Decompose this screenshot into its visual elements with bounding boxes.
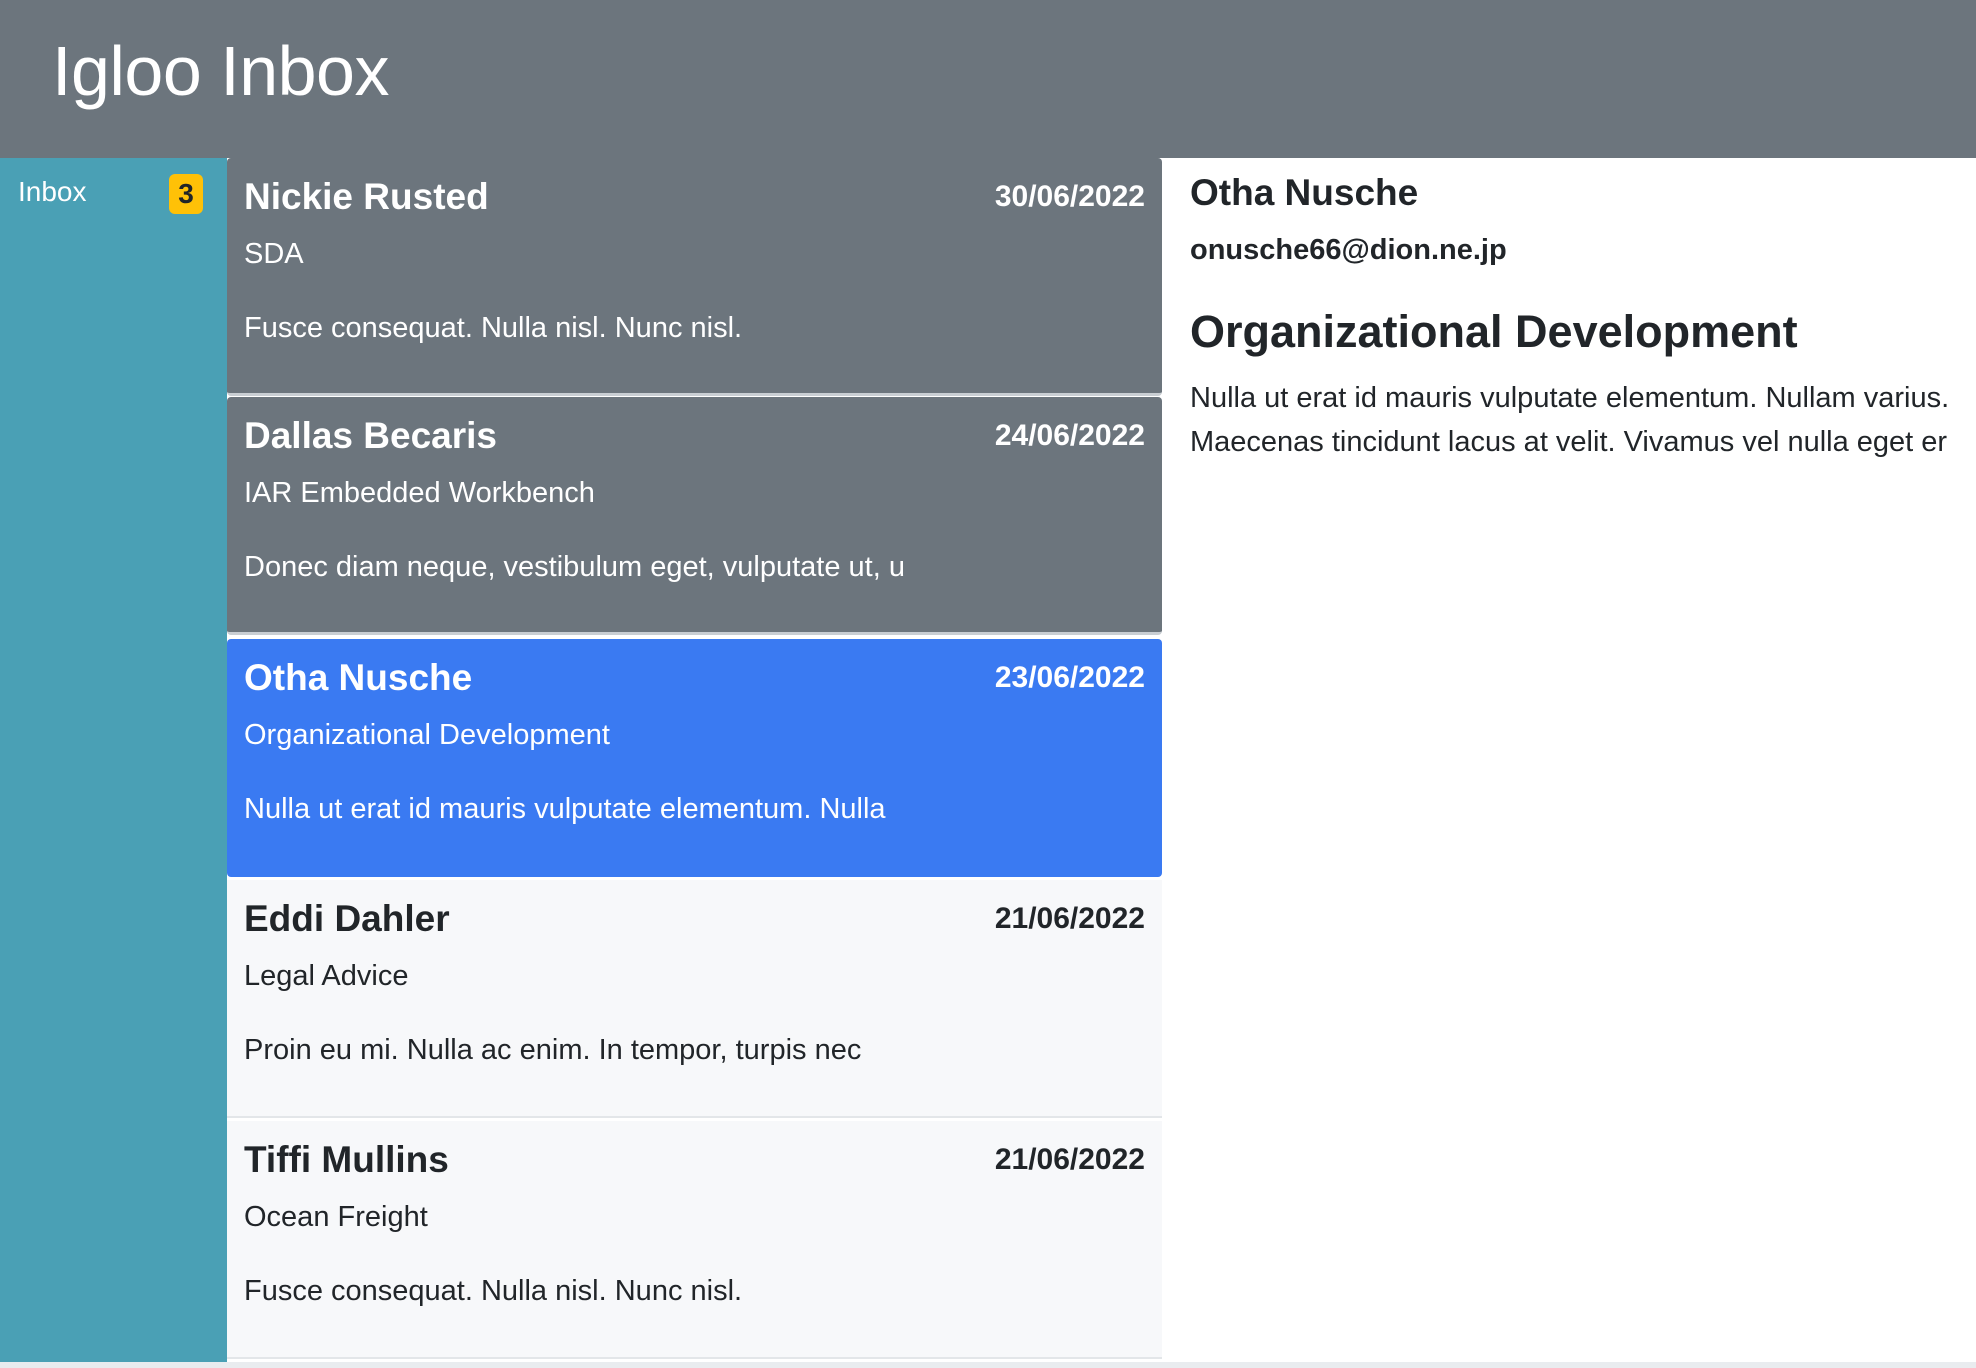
app-header: Igloo Inbox (0, 0, 1976, 158)
message-date: 21/06/2022 (994, 1143, 1145, 1176)
reading-pane-email[interactable]: onusche66@dion.ne.jp (1190, 234, 1507, 267)
message-sender: Nickie Rusted (244, 176, 489, 217)
sidebar-item-inbox[interactable]: Inbox 3 (0, 158, 227, 228)
message-sender: Eddi Dahler (244, 898, 450, 939)
message-subject: Ocean Freight (244, 1201, 428, 1233)
message-sender: Tiffi Mullins (244, 1139, 449, 1180)
message-preview: Nulla ut erat id mauris vulputate elemen… (244, 793, 886, 825)
message-date: 24/06/2022 (994, 419, 1145, 452)
reading-pane-sender: Otha Nusche (1190, 172, 1419, 213)
reading-pane-subject: Organizational Development (1190, 306, 1798, 357)
sidebar: Inbox 3 (0, 158, 227, 1362)
message-preview: Donec diam neque, vestibulum eget, vulpu… (244, 551, 905, 583)
reading-pane: Otha Nusche onusche66@dion.ne.jp Organiz… (1162, 158, 1976, 1362)
app-title: Igloo Inbox (52, 32, 389, 110)
reading-pane-body-line: Maecenas tincidunt lacus at velit. Vivam… (1190, 426, 1948, 458)
message-subject: SDA (244, 238, 304, 270)
message-item-dallas-becaris[interactable]: Dallas Becaris 24/06/2022 IAR Embedded W… (227, 397, 1162, 635)
reading-pane-body: Nulla ut erat id mauris vulputate elemen… (1190, 376, 1949, 464)
message-date: 23/06/2022 (994, 661, 1145, 694)
sidebar-item-label: Inbox (18, 176, 87, 207)
message-item-eddi-dahler[interactable]: Eddi Dahler 21/06/2022 Legal Advice Proi… (227, 880, 1162, 1118)
message-date: 30/06/2022 (994, 180, 1145, 213)
horizontal-scrollbar[interactable] (0, 1362, 1976, 1368)
message-item-tiffi-mullins[interactable]: Tiffi Mullins 21/06/2022 Ocean Freight F… (227, 1121, 1162, 1359)
message-list: Nickie Rusted 30/06/2022 SDA Fusce conse… (227, 158, 1162, 1362)
message-item-otha-nusche[interactable]: Otha Nusche 23/06/2022 Organizational De… (227, 639, 1162, 877)
message-sender: Dallas Becaris (244, 415, 498, 456)
message-subject: IAR Embedded Workbench (244, 477, 595, 509)
message-preview: Proin eu mi. Nulla ac enim. In tempor, t… (244, 1034, 862, 1066)
reading-pane-body-line: Nulla ut erat id mauris vulputate elemen… (1190, 382, 1950, 414)
message-preview: Fusce consequat. Nulla nisl. Nunc nisl. (244, 312, 743, 344)
message-preview: Fusce consequat. Nulla nisl. Nunc nisl. (244, 1275, 743, 1307)
message-item-nickie-rusted[interactable]: Nickie Rusted 30/06/2022 SDA Fusce conse… (227, 158, 1162, 396)
message-subject: Legal Advice (244, 960, 409, 992)
message-sender: Otha Nusche (244, 657, 473, 698)
unread-count-badge: 3 (169, 174, 203, 214)
message-subject: Organizational Development (244, 719, 610, 751)
message-date: 21/06/2022 (994, 902, 1145, 935)
